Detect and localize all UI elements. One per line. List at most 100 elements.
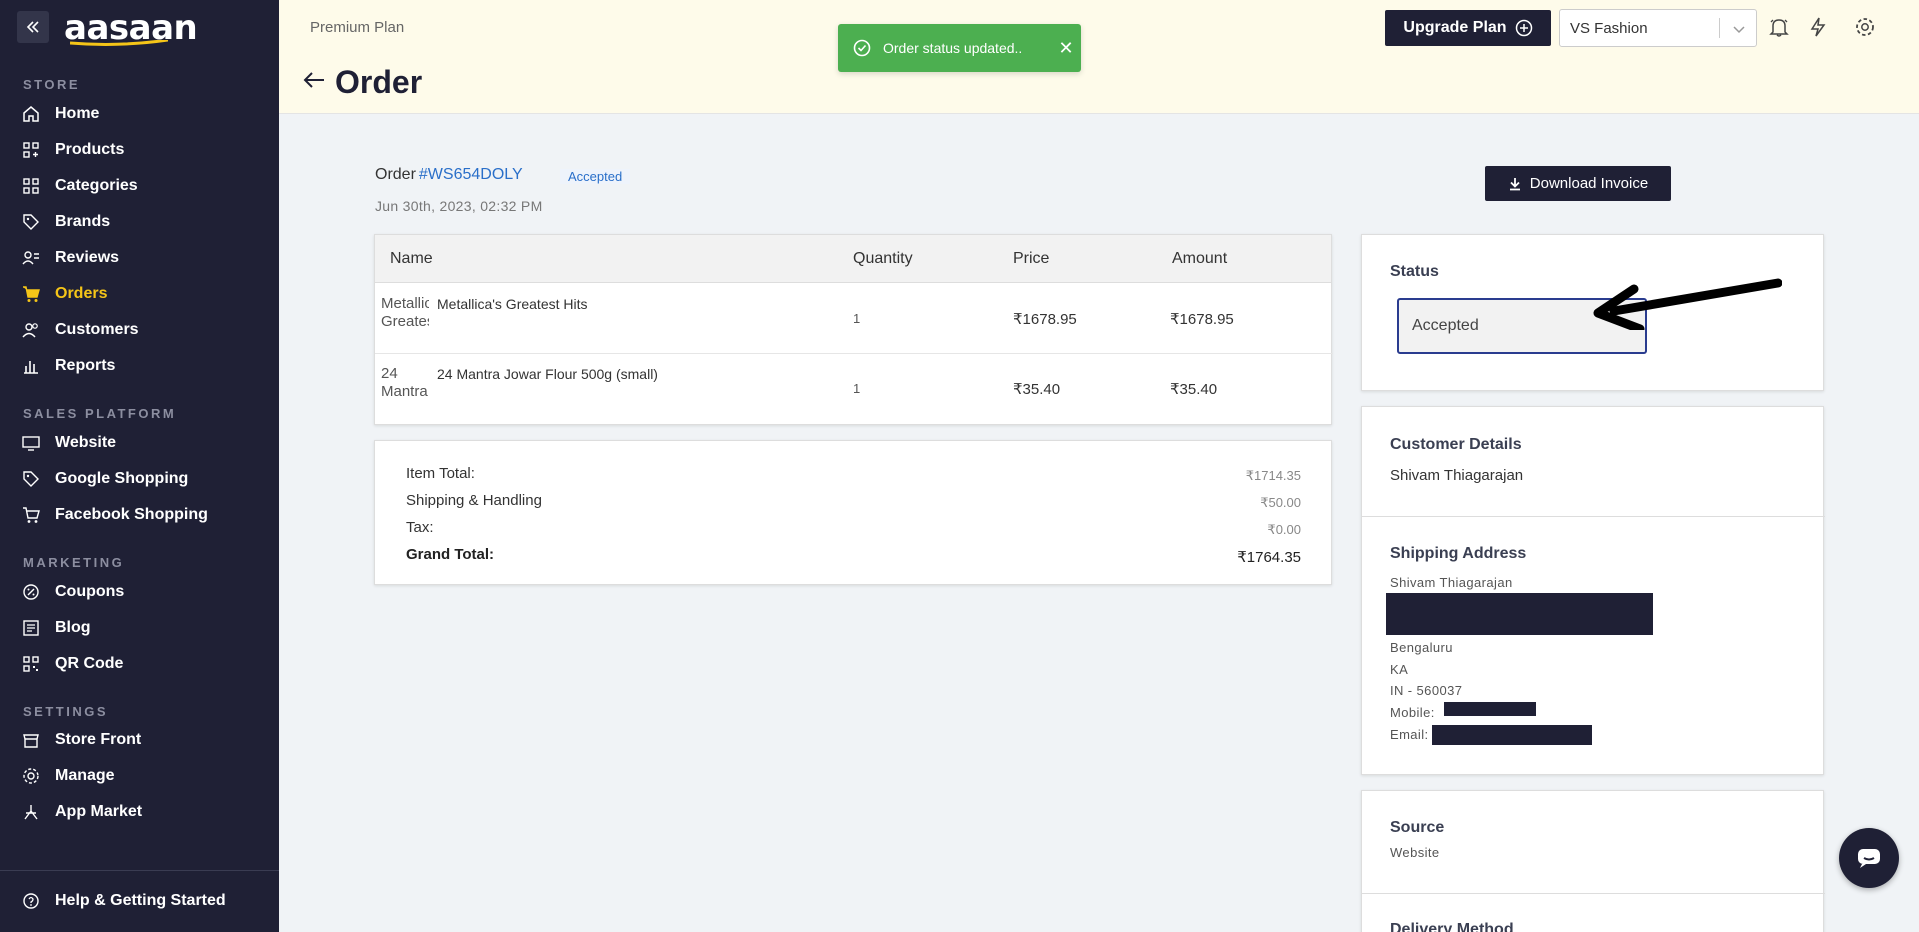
- store-selector[interactable]: VS Fashion: [1559, 9, 1757, 47]
- chat-icon: [1858, 849, 1880, 868]
- status-badge: Accepted: [560, 169, 631, 184]
- back-arrow-icon[interactable]: [303, 71, 325, 94]
- table-row[interactable]: 24 Mantra 24 Mantra Jowar Flour 500g (sm…: [375, 354, 1333, 424]
- product-price: ₹1678.95: [1013, 311, 1077, 328]
- home-icon: [22, 105, 40, 123]
- reviews-icon: [22, 249, 40, 267]
- column-header-name: Name: [390, 250, 433, 267]
- sidebar-item-label: Home: [55, 105, 100, 122]
- status-title: Status: [1390, 263, 1439, 280]
- sidebar-item-label: Products: [55, 141, 125, 158]
- sidebar-item-products[interactable]: Products: [0, 133, 279, 167]
- collapse-sidebar-button[interactable]: [17, 11, 49, 43]
- source-title: Source: [1390, 819, 1445, 836]
- sidebar-item-orders[interactable]: Orders: [0, 277, 279, 311]
- upgrade-plan-button[interactable]: Upgrade Plan: [1385, 10, 1551, 46]
- coupon-icon: [22, 583, 40, 601]
- sidebar-item-label: Categories: [55, 177, 138, 194]
- sidebar-item-facebook-shopping[interactable]: Facebook Shopping: [0, 498, 279, 532]
- order-items-table: Name Quantity Price Amount Metallica's G…: [374, 234, 1333, 425]
- section-label-sales-platform: SALES PLATFORM: [23, 406, 177, 421]
- chevron-down-icon: [1733, 26, 1745, 34]
- sidebar-item-home[interactable]: Home: [0, 97, 279, 131]
- gear-icon: [22, 767, 40, 785]
- section-label-marketing: MARKETING: [23, 555, 125, 570]
- monitor-icon: [22, 434, 40, 452]
- redacted-mobile: [1444, 702, 1536, 716]
- sidebar-item-label: QR Code: [55, 655, 124, 672]
- redacted-email: [1432, 725, 1592, 745]
- download-invoice-button[interactable]: Download Invoice: [1485, 166, 1671, 201]
- order-date: Jun 30th, 2023, 02:32 PM: [375, 198, 543, 214]
- shipping-label: Shipping & Handling: [406, 492, 542, 509]
- mobile-label: Mobile:: [1390, 705, 1435, 720]
- bell-icon[interactable]: [1768, 16, 1790, 38]
- product-amount: ₹35.40: [1170, 381, 1218, 398]
- sidebar-item-reports[interactable]: Reports: [0, 349, 279, 383]
- upgrade-label: Upgrade Plan: [1403, 19, 1507, 36]
- sidebar-item-website[interactable]: Website: [0, 426, 279, 460]
- download-label: Download Invoice: [1529, 175, 1649, 192]
- close-icon[interactable]: ✕: [1051, 38, 1081, 59]
- categories-icon: [22, 177, 40, 195]
- column-header-price: Price: [1013, 250, 1050, 267]
- sidebar-item-label: Blog: [55, 619, 91, 636]
- check-circle-icon: [853, 39, 871, 57]
- sidebar-item-blog[interactable]: Blog: [0, 611, 279, 645]
- app-market-icon: [22, 803, 40, 821]
- customer-card: Customer Details Shivam Thiagarajan Ship…: [1361, 406, 1825, 775]
- page-title: Order: [335, 64, 423, 100]
- sidebar-item-label: Orders: [55, 285, 108, 302]
- sidebar-item-categories[interactable]: Categories: [0, 169, 279, 203]
- sidebar-item-reviews[interactable]: Reviews: [0, 241, 279, 275]
- divider: [0, 870, 279, 871]
- email-label: Email:: [1390, 727, 1429, 742]
- double-chevron-left-icon: [26, 21, 39, 33]
- product-quantity: 1: [853, 381, 861, 396]
- sidebar-item-google-shopping[interactable]: Google Shopping: [0, 462, 279, 496]
- sidebar-item-label: Customers: [55, 321, 139, 338]
- sidebar-item-qr-code[interactable]: QR Code: [0, 647, 279, 681]
- customer-details-title: Customer Details: [1390, 436, 1522, 453]
- sidebar-item-app-market[interactable]: App Market: [0, 795, 279, 829]
- product-price: ₹35.40: [1013, 381, 1061, 398]
- sidebar-item-coupons[interactable]: Coupons: [0, 575, 279, 609]
- order-label: Order: [375, 166, 416, 183]
- arrow-annotation-icon: [1593, 278, 1782, 330]
- sidebar-item-label: Brands: [55, 213, 111, 230]
- plus-circle-icon: [1515, 19, 1532, 37]
- grid-icon: [22, 141, 40, 159]
- storefront-icon: [22, 731, 40, 749]
- sidebar: aasaan STORE Home Products Categories Br…: [0, 0, 279, 932]
- google-tag-icon: [22, 470, 40, 488]
- customer-name: Shivam Thiagarajan: [1390, 467, 1524, 484]
- logo-swoosh-icon: [70, 40, 168, 46]
- column-header-quantity: Quantity: [853, 250, 913, 267]
- item-total-value: ₹1714.35: [1245, 468, 1301, 483]
- sidebar-item-label: Store Front: [55, 731, 142, 748]
- help-getting-started-link[interactable]: Help & Getting Started: [0, 884, 279, 918]
- chat-button[interactable]: [1839, 828, 1899, 888]
- item-total-label: Item Total:: [406, 465, 475, 482]
- top-header: Premium Plan Order Order status updated.…: [279, 0, 1919, 114]
- shipping-postal: IN - 560037: [1390, 683, 1463, 698]
- settings-gear-icon[interactable]: [1854, 16, 1876, 38]
- sidebar-item-customers[interactable]: Customers: [0, 313, 279, 347]
- table-row[interactable]: Metallica's Greatest Metallica's Greates…: [375, 284, 1333, 354]
- sidebar-item-store-front[interactable]: Store Front: [0, 723, 279, 757]
- toast-message: Order status updated..: [883, 40, 1023, 56]
- success-toast: Order status updated.. ✕: [838, 24, 1081, 72]
- shipping-name: Shivam Thiagarajan: [1390, 575, 1513, 590]
- status-value: Accepted: [1412, 317, 1479, 334]
- store-selector-value: VS Fashion: [1570, 19, 1648, 37]
- order-heading: Order #WS654DOLY: [375, 166, 523, 184]
- sidebar-item-brands[interactable]: Brands: [0, 205, 279, 239]
- sidebar-item-manage[interactable]: Manage: [0, 759, 279, 793]
- product-thumbnail: Metallica's Greatest: [381, 295, 429, 330]
- download-icon: [1509, 177, 1520, 190]
- lightning-icon[interactable]: [1807, 16, 1829, 38]
- column-header-amount: Amount: [1172, 250, 1228, 267]
- grand-total-label: Grand Total:: [406, 546, 495, 563]
- divider: [1719, 18, 1720, 38]
- product-name: Metallica's Greatest Hits: [437, 296, 588, 312]
